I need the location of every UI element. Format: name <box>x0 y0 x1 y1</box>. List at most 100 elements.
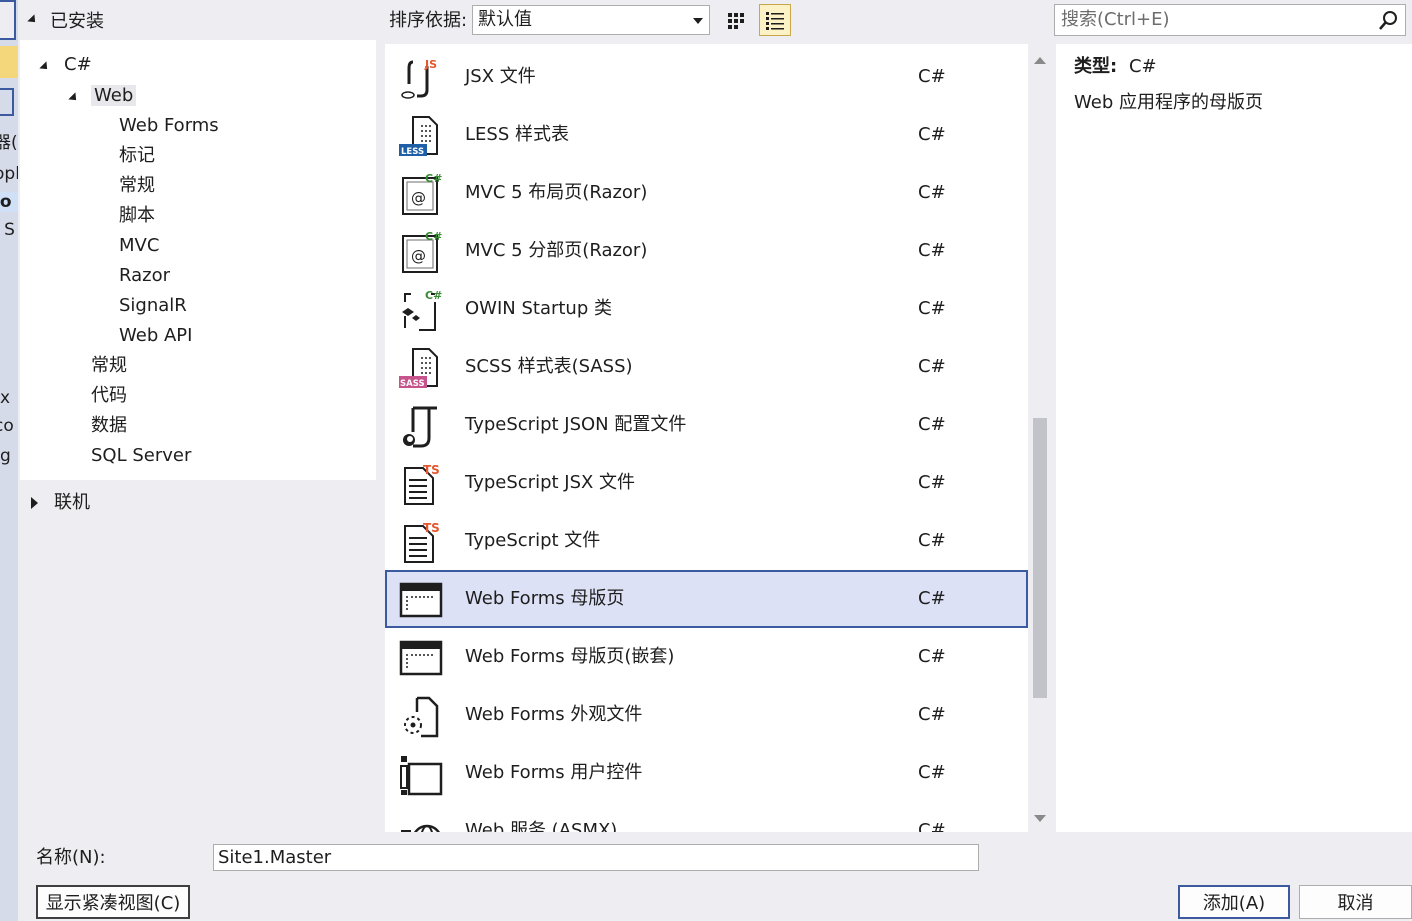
strip-text-5: x <box>0 388 11 408</box>
svg-text:TS: TS <box>423 463 440 477</box>
tree-item-mvc[interactable]: MVC <box>119 233 159 259</box>
template-language: C# <box>918 472 946 493</box>
skin-file-icon <box>404 696 439 738</box>
svg-text:C#: C# <box>425 289 442 302</box>
template-name: TypeScript JSON 配置文件 <box>465 414 687 435</box>
template-description: Web 应用程序的母版页 <box>1074 92 1263 113</box>
master-page-icon <box>399 640 443 676</box>
mvc-razor-icon: @ C# <box>402 230 442 273</box>
tree-item-web-api[interactable]: Web API <box>119 323 192 349</box>
template-language: C# <box>918 530 946 551</box>
template-row-selected[interactable]: Web Forms 母版页 C# <box>385 570 1028 628</box>
template-name: Web Forms 母版页 <box>465 588 625 609</box>
template-row[interactable]: Web Forms 母版页(嵌套) C# <box>385 628 1028 686</box>
type-value: C# <box>1128 56 1157 77</box>
template-row[interactable]: @ C# MVC 5 布局页(Razor) C# <box>385 164 1028 222</box>
list-view-button[interactable] <box>759 4 791 36</box>
template-row[interactable]: JS JSX 文件 C# <box>385 48 1028 106</box>
expanded-arrow-icon <box>27 14 39 26</box>
template-language: C# <box>918 356 946 377</box>
type-label: 类型: <box>1074 56 1118 77</box>
template-language: C# <box>918 588 946 609</box>
jsx-file-icon: JS <box>401 58 437 99</box>
background-window-strip: 器( opl io l S x co g <box>0 0 18 921</box>
template-row[interactable]: TS TypeScript JSX 文件 C# <box>385 454 1028 512</box>
strip-text-7: g <box>0 446 11 466</box>
tree-item-script[interactable]: 脚本 <box>119 203 155 229</box>
search-icon <box>1379 11 1397 30</box>
template-row[interactable]: Web Forms 外观文件 C# <box>385 686 1028 744</box>
tree-item-markup[interactable]: 标记 <box>119 143 155 169</box>
owin-class-icon: C# <box>402 289 442 331</box>
template-name: Web Forms 母版页(嵌套) <box>465 646 675 667</box>
template-row[interactable]: @ C# MVC 5 分部页(Razor) C# <box>385 222 1028 280</box>
tree-item-web-forms[interactable]: Web Forms <box>119 113 219 139</box>
svg-text:@: @ <box>411 189 426 207</box>
template-language: C# <box>918 820 946 832</box>
installed-node[interactable]: 已安装 <box>27 6 104 34</box>
template-language: C# <box>918 762 946 783</box>
template-row[interactable]: SASS SCSS 样式表(SASS) C# <box>385 338 1028 396</box>
search-placeholder: 搜索(Ctrl+E) <box>1061 9 1170 30</box>
tree-item-sql-server[interactable]: SQL Server <box>91 443 191 469</box>
template-language: C# <box>918 182 946 203</box>
sort-label: 排序依据: <box>389 10 468 31</box>
web-service-icon <box>401 824 440 832</box>
template-row[interactable]: LESS LESS 样式表 C# <box>385 106 1028 164</box>
svg-text:TS: TS <box>423 521 440 535</box>
typescript-file-icon: TS <box>404 463 440 505</box>
svg-text:LESS: LESS <box>401 147 424 157</box>
strip-text-6: co <box>0 416 14 436</box>
typescript-json-icon <box>403 406 437 448</box>
strip-text-2: opl <box>0 164 18 184</box>
sort-value: 默认值 <box>478 9 532 30</box>
template-name: MVC 5 布局页(Razor) <box>465 182 648 203</box>
template-row[interactable]: C# OWIN Startup 类 C# <box>385 280 1028 338</box>
name-field[interactable] <box>213 844 979 871</box>
strip-text-4: l S <box>0 220 15 240</box>
template-name: Web Forms 用户控件 <box>465 762 643 783</box>
list-view-icon <box>766 12 784 30</box>
template-name: JSX 文件 <box>465 66 536 87</box>
template-name: Web 服务 (ASMX) <box>465 820 618 832</box>
installed-label: 已安装 <box>50 11 104 32</box>
tree-item-razor[interactable]: Razor <box>119 263 170 289</box>
tree-item-general[interactable]: 常规 <box>119 173 155 199</box>
sass-stylesheet-icon: SASS <box>399 348 438 389</box>
grid-view-button[interactable] <box>722 6 752 36</box>
details-panel: 类型: C# Web 应用程序的母版页 <box>1056 44 1412 832</box>
tree-item-signalr[interactable]: SignalR <box>119 293 187 319</box>
sort-dropdown[interactable]: 默认值 <box>472 5 710 35</box>
collapsed-arrow-icon <box>31 497 38 509</box>
strip-text-1: 器( <box>0 133 18 153</box>
template-name: MVC 5 分部页(Razor) <box>465 240 648 261</box>
tree-item-data[interactable]: 数据 <box>91 413 127 439</box>
less-stylesheet-icon: LESS <box>399 116 438 157</box>
template-row[interactable]: TS TypeScript 文件 C# <box>385 512 1028 570</box>
template-name: Web Forms 外观文件 <box>465 704 643 725</box>
template-row[interactable]: Web 服务 (ASMX) C# <box>385 802 1028 832</box>
template-row[interactable]: TypeScript JSON 配置文件 C# <box>385 396 1028 454</box>
list-scrollbar[interactable] <box>1028 44 1052 832</box>
template-language: C# <box>918 414 946 435</box>
tree-item-code[interactable]: 代码 <box>91 383 127 409</box>
scroll-up-arrow-icon[interactable] <box>1034 57 1046 64</box>
cancel-button[interactable]: 取消 <box>1299 885 1412 919</box>
template-row[interactable]: Web Forms 用户控件 C# <box>385 744 1028 802</box>
add-button[interactable]: 添加(A) <box>1178 885 1290 919</box>
scroll-down-arrow-icon[interactable] <box>1034 815 1046 822</box>
master-page-icon <box>399 582 443 618</box>
category-tree: C# Web Web Forms 标记 常规 脚本 MVC Razor Sign… <box>20 40 376 480</box>
compact-view-button[interactable]: 显示紧凑视图(C) <box>36 885 190 919</box>
tree-item-csharp[interactable]: C# <box>39 52 92 78</box>
expanded-arrow-icon <box>39 61 51 73</box>
online-node[interactable]: 联机 <box>28 490 90 516</box>
search-input[interactable]: 搜索(Ctrl+E) <box>1054 4 1406 36</box>
template-language: C# <box>918 124 946 145</box>
scrollbar-thumb[interactable] <box>1033 418 1047 698</box>
tree-item-csharp-general[interactable]: 常规 <box>91 353 127 379</box>
template-language: C# <box>918 704 946 725</box>
name-label: 名称(N): <box>36 847 106 868</box>
tree-item-web[interactable]: Web <box>68 83 137 109</box>
name-input[interactable] <box>214 845 958 869</box>
